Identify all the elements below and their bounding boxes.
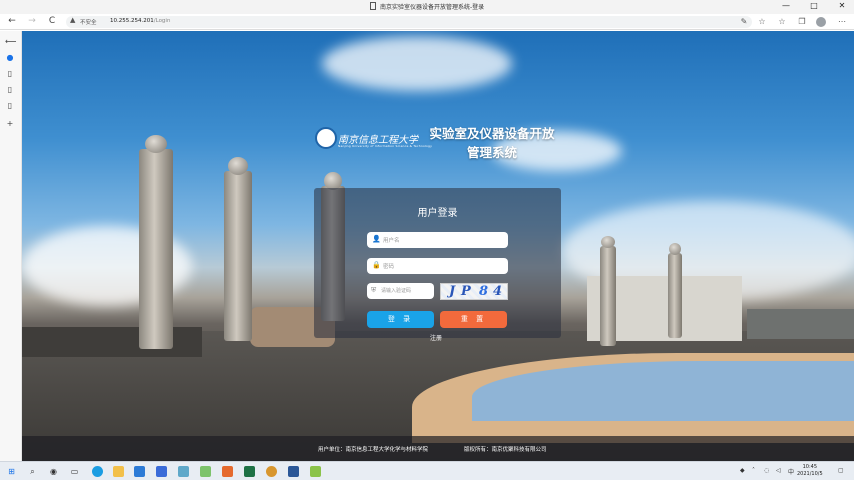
column-top bbox=[145, 135, 167, 153]
login-page: 南京信息工程大学 Nanjing University of Informati… bbox=[22, 31, 854, 461]
taskbar: ⊞ ⌕ ◉ ▭ ◆ ˄ ◌ ◁ 中 10:45 2021/10/5 ▢ bbox=[0, 461, 854, 480]
forward-button[interactable]: → bbox=[26, 16, 38, 26]
column bbox=[224, 157, 252, 341]
favorites-icon[interactable]: ☆ bbox=[756, 17, 768, 26]
url-field[interactable]: ▲ 不安全 10.255.254.201/Login bbox=[66, 16, 752, 28]
reset-button[interactable]: 重 置 bbox=[440, 311, 507, 328]
profile-icon[interactable] bbox=[816, 17, 826, 27]
chevron-up-icon[interactable]: ˄ bbox=[752, 467, 755, 474]
clock[interactable]: 10:45 2021/10/5 bbox=[797, 464, 823, 478]
username-placeholder: 用户名 bbox=[383, 238, 400, 244]
column-top bbox=[601, 236, 615, 248]
url-path: /Login bbox=[153, 18, 171, 24]
new-tab-button[interactable]: + bbox=[5, 119, 15, 129]
password-placeholder: 密码 bbox=[383, 264, 395, 270]
system-title-line1: 实验室及仪器设备开放 bbox=[429, 126, 555, 141]
captcha-image[interactable]: J P 8 4 bbox=[440, 283, 508, 300]
maximize-button[interactable]: □ bbox=[804, 1, 824, 10]
file-explorer-icon[interactable] bbox=[113, 466, 124, 477]
notification-icon[interactable]: ▢ bbox=[838, 467, 844, 474]
sidebar-back-icon[interactable]: ⟵ bbox=[5, 37, 16, 47]
password-field[interactable]: 🔒 密码 bbox=[367, 258, 508, 274]
browser-window: 南京实验室仪器设备开放管理系统-登录 — □ ✕ ← → C ▲ 不安全 10.… bbox=[0, 0, 854, 480]
shield-icon: ⛨ bbox=[371, 286, 377, 294]
task-view-icon[interactable]: ◉ bbox=[48, 466, 59, 477]
page-icon bbox=[370, 2, 376, 10]
edge-icon[interactable] bbox=[92, 466, 103, 477]
warning-icon[interactable]: ▲ bbox=[70, 16, 75, 24]
column bbox=[668, 243, 682, 338]
store-icon[interactable] bbox=[156, 466, 167, 477]
edge-tab-icon[interactable]: ● bbox=[5, 53, 15, 63]
network-icon[interactable]: ◌ bbox=[764, 467, 769, 474]
captcha-char: 4 bbox=[493, 284, 503, 299]
fence bbox=[747, 309, 854, 339]
volume-icon[interactable]: ◁ bbox=[776, 467, 781, 474]
footer-copyright: 版权所有：南京优聚科技有限公司 bbox=[464, 447, 547, 453]
column bbox=[600, 236, 616, 346]
cloud bbox=[322, 36, 512, 91]
app-green-icon[interactable] bbox=[310, 466, 321, 477]
column-top bbox=[669, 243, 681, 255]
column-top bbox=[228, 157, 248, 175]
page-footer: 用户单位：南京信息工程大学化学与材料学院 版权所有：南京优聚科技有限公司 bbox=[22, 436, 854, 461]
fence bbox=[22, 327, 202, 357]
address-bar-row: ← → C ▲ 不安全 10.255.254.201/Login ✎ ☆ ☆ ❐… bbox=[0, 14, 854, 30]
page-tab-icon[interactable]: ▯ bbox=[5, 69, 15, 79]
app-icon[interactable] bbox=[222, 466, 233, 477]
excel-icon[interactable] bbox=[244, 466, 255, 477]
captcha-input[interactable]: ⛨ 请输入验证码 bbox=[367, 283, 434, 299]
title-bar: 南京实验室仪器设备开放管理系统-登录 — □ ✕ bbox=[0, 0, 854, 14]
page-tab-icon[interactable]: ▯ bbox=[5, 101, 15, 111]
lock-icon: 🔒 bbox=[372, 261, 381, 269]
mail-icon[interactable] bbox=[134, 466, 145, 477]
widgets-icon[interactable]: ▭ bbox=[69, 466, 80, 477]
username-field[interactable]: 👤 用户名 bbox=[367, 232, 508, 248]
reload-button[interactable]: C bbox=[46, 16, 58, 26]
app-icon[interactable] bbox=[266, 466, 277, 477]
window-title: 南京实验室仪器设备开放管理系统-登录 bbox=[380, 4, 485, 11]
captcha-char: 8 bbox=[479, 284, 489, 299]
tabs-icon[interactable]: ❐ bbox=[796, 17, 808, 26]
system-title-line2: 管理系统 bbox=[466, 145, 517, 160]
close-button[interactable]: ✕ bbox=[832, 1, 852, 10]
app-l-icon[interactable] bbox=[178, 466, 189, 477]
captcha-placeholder: 请输入验证码 bbox=[381, 288, 412, 294]
captcha-char: P bbox=[461, 284, 471, 299]
back-button[interactable]: ← bbox=[6, 16, 18, 26]
url-text: 10.255.254.201/Login bbox=[110, 18, 170, 24]
ime-icon[interactable]: 中 bbox=[788, 467, 794, 476]
clock-time: 10:45 bbox=[802, 464, 818, 470]
vertical-tabs-sidebar: ⟵ ● ▯ ▯ ▯ + bbox=[0, 31, 22, 461]
login-button[interactable]: 登 录 bbox=[367, 311, 434, 328]
system-title: 实验室及仪器设备开放 管理系统 bbox=[422, 124, 562, 162]
search-icon[interactable]: ⌕ bbox=[27, 466, 38, 477]
university-logo bbox=[315, 127, 337, 149]
clock-date: 2021/10/5 bbox=[797, 471, 823, 477]
more-icon[interactable]: ⋯ bbox=[836, 17, 848, 26]
tray-app-icon[interactable]: ◆ bbox=[740, 467, 745, 474]
footer-unit: 用户单位：南京信息工程大学化学与材料学院 bbox=[318, 447, 429, 453]
read-aloud-icon[interactable]: ✎ bbox=[738, 17, 750, 26]
start-icon[interactable]: ⊞ bbox=[6, 466, 17, 477]
captcha-char: J bbox=[449, 284, 456, 299]
word-icon[interactable] bbox=[288, 466, 299, 477]
url-host: 10.255.254.201 bbox=[110, 18, 154, 24]
user-icon: 👤 bbox=[372, 235, 381, 243]
university-name-en: Nanjing University of Information Scienc… bbox=[338, 144, 433, 148]
notepad-icon[interactable] bbox=[200, 466, 211, 477]
register-link[interactable]: 注册 bbox=[430, 333, 442, 342]
minimize-button[interactable]: — bbox=[776, 1, 796, 10]
page-tab-icon[interactable]: ▯ bbox=[5, 85, 15, 95]
login-title: 用户登录 bbox=[417, 208, 458, 219]
security-label[interactable]: 不安全 bbox=[80, 18, 97, 26]
column bbox=[139, 135, 173, 349]
collections-icon[interactable]: ☆ bbox=[776, 17, 788, 26]
